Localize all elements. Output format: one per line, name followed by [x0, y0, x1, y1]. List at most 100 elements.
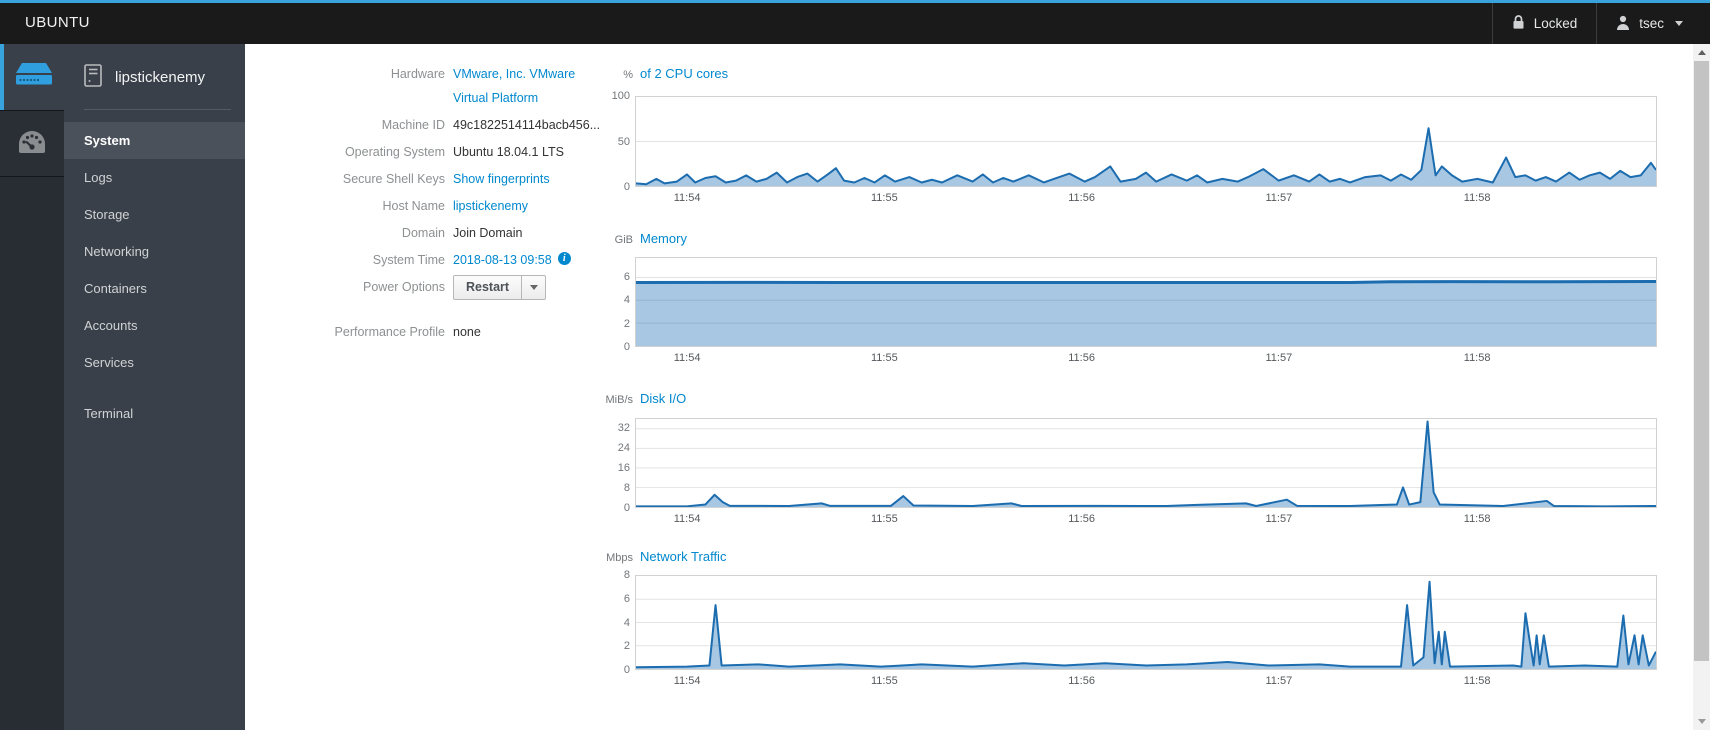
locked-indicator[interactable]: Locked — [1491, 3, 1597, 44]
field-row-system-time: System Time 2018-08-13 09:58 i — [245, 252, 595, 269]
network-xtick-label: 11:57 — [1265, 675, 1293, 687]
field-row-host-name: Host Name lipstickenemy — [245, 198, 595, 215]
sidebar-item-networking[interactable]: Networking — [64, 233, 245, 270]
vertical-scrollbar[interactable] — [1693, 44, 1710, 730]
memory-ytick-label: 4 — [623, 294, 630, 307]
cpu-xtick-label: 11:58 — [1463, 192, 1491, 204]
system-time-value[interactable]: 2018-08-13 09:58 — [453, 252, 552, 269]
secure-shell-keys-value[interactable]: Show fingerprints — [453, 171, 550, 188]
host-name-label: lipstickenemy — [115, 68, 206, 86]
cpu-chart-plot[interactable] — [635, 96, 1657, 187]
disk-chart-plot[interactable] — [635, 418, 1657, 508]
cpu-xtick-label: 11:54 — [673, 192, 701, 204]
restart-split-button[interactable]: Restart — [453, 275, 547, 300]
masthead-accent-bar — [0, 0, 1710, 3]
network-ytick-label: 4 — [623, 616, 630, 629]
sidebar-item-system[interactable]: System — [64, 122, 245, 159]
hardware-value-line[interactable]: VMware, Inc. VMware — [453, 66, 575, 83]
memory-xtick-label: 11:55 — [871, 352, 898, 364]
scrollbar-up-arrow-icon[interactable] — [1693, 44, 1710, 61]
cpu-ytick-label: 100 — [611, 90, 630, 102]
restart-button[interactable]: Restart — [454, 276, 521, 299]
memory-chart-plot[interactable] — [635, 257, 1657, 347]
performance-profile-label: Performance Profile — [334, 325, 445, 339]
info-icon[interactable]: i — [557, 252, 571, 265]
disk-ytick-label: 16 — [617, 462, 630, 474]
network-xtick-label: 11:58 — [1463, 675, 1491, 687]
host-header: lipstickenemy — [64, 44, 245, 110]
locked-label: Locked — [1533, 16, 1578, 31]
secure-shell-keys-label: Secure Shell Keys — [342, 172, 445, 186]
user-icon — [1616, 15, 1630, 33]
sidebar-item-logs[interactable]: Logs — [64, 159, 245, 196]
cpu-ytick-label: 0 — [623, 181, 630, 193]
memory-unit-label: GiB — [614, 234, 633, 246]
disk-xtick-label: 11:57 — [1265, 513, 1293, 525]
field-row-machine-id: Machine ID 49c1822514114bacb456... — [245, 117, 600, 134]
system-time-label: System Time — [372, 253, 445, 267]
field-row-power-options: Power Options Restart — [245, 275, 595, 314]
network-chart-title: Mbps Network Traffic — [590, 549, 726, 565]
sidebar: lipstickenemy System Logs Storage Networkin… — [64, 44, 245, 730]
chevron-down-icon — [529, 285, 538, 290]
sidebar-item-storage[interactable]: Storage — [64, 196, 245, 233]
memory-ytick-label: 0 — [623, 341, 630, 353]
field-row-performance-profile: Performance Profile none — [245, 324, 595, 341]
network-ytick-label: 0 — [623, 664, 630, 676]
sidebar-item-services[interactable]: Services — [64, 344, 245, 381]
host-name-value[interactable]: lipstickenemy — [453, 198, 528, 215]
memory-ytick-label: 6 — [623, 270, 630, 283]
cpu-xtick-label: 11:55 — [871, 192, 898, 204]
hardware-value-line[interactable]: Virtual Platform — [453, 90, 575, 107]
disk-chart-link[interactable]: Disk I/O — [640, 391, 686, 406]
domain-value[interactable]: Join Domain — [453, 225, 522, 242]
dashboard-nav-button[interactable] — [0, 110, 64, 177]
cpu-chart-link[interactable]: of 2 CPU cores — [640, 66, 728, 81]
memory-chart-link[interactable]: Memory — [640, 231, 687, 246]
cpu-chart-title: % of 2 CPU cores — [590, 66, 728, 82]
cpu-ytick-label: 50 — [617, 135, 630, 148]
disk-ytick-label: 24 — [617, 442, 630, 454]
field-row-hardware: Hardware VMware, Inc. VMware Virtual Platf… — [245, 66, 595, 107]
performance-profile-value: none — [453, 325, 481, 339]
field-row-operating-system: Operating System Ubuntu 18.04.1 LTS — [245, 144, 595, 161]
network-xtick-label: 11:56 — [1068, 675, 1095, 687]
network-unit-label: Mbps — [606, 552, 633, 564]
disk-xtick-label: 11:58 — [1463, 513, 1491, 525]
network-ytick-label: 6 — [623, 592, 630, 605]
sidebar-item-accounts[interactable]: Accounts — [64, 307, 245, 344]
system-info-panel: Hardware VMware, Inc. VMware Virtual Platf… — [245, 66, 601, 351]
cpu-xtick-label: 11:57 — [1265, 192, 1293, 204]
scrollbar-thumb[interactable] — [1694, 61, 1709, 661]
cpu-xtick-label: 11:56 — [1068, 192, 1095, 204]
masthead: UBUNTU Locked tsec — [0, 0, 1710, 44]
disk-xtick-label: 11:55 — [871, 513, 898, 525]
icon-strip — [0, 44, 64, 730]
domain-label: Domain — [401, 226, 445, 240]
network-xtick-label: 11:54 — [673, 675, 701, 687]
dashboard-gauge-icon — [15, 127, 49, 160]
chevron-down-icon — [1675, 21, 1683, 26]
disk-xtick-label: 11:56 — [1068, 513, 1095, 525]
scrollbar-down-arrow-icon[interactable] — [1693, 713, 1710, 730]
user-menu[interactable]: tsec — [1596, 3, 1702, 44]
network-chart-plot[interactable] — [635, 575, 1657, 670]
machine-id-label: Machine ID — [381, 118, 445, 132]
sidebar-nav-list: System Logs Storage Networking Containers Acc… — [64, 122, 245, 432]
masthead-right: Locked tsec — [1491, 3, 1702, 44]
sidebar-item-terminal[interactable]: Terminal — [64, 395, 245, 432]
network-ytick-label: 2 — [623, 640, 630, 653]
host-switcher-current[interactable] — [0, 44, 64, 110]
network-chart-link[interactable]: Network Traffic — [640, 549, 726, 564]
disk-ytick-label: 8 — [623, 482, 630, 494]
memory-chart-title: GiB Memory — [590, 231, 687, 247]
field-row-secure-shell-keys: Secure Shell Keys Show fingerprints — [245, 171, 595, 188]
hardware-value[interactable]: VMware, Inc. VMware Virtual Platform — [453, 66, 575, 107]
sidebar-item-containers[interactable]: Containers — [64, 270, 245, 307]
restart-dropdown-toggle[interactable] — [521, 276, 545, 299]
power-options-label: Power Options — [363, 280, 445, 294]
memory-xtick-label: 11:56 — [1068, 352, 1095, 364]
network-ytick-label: 8 — [623, 569, 630, 581]
host-name-label: Host Name — [382, 199, 445, 213]
disk-chart-title: MiB/s Disk I/O — [590, 391, 687, 407]
